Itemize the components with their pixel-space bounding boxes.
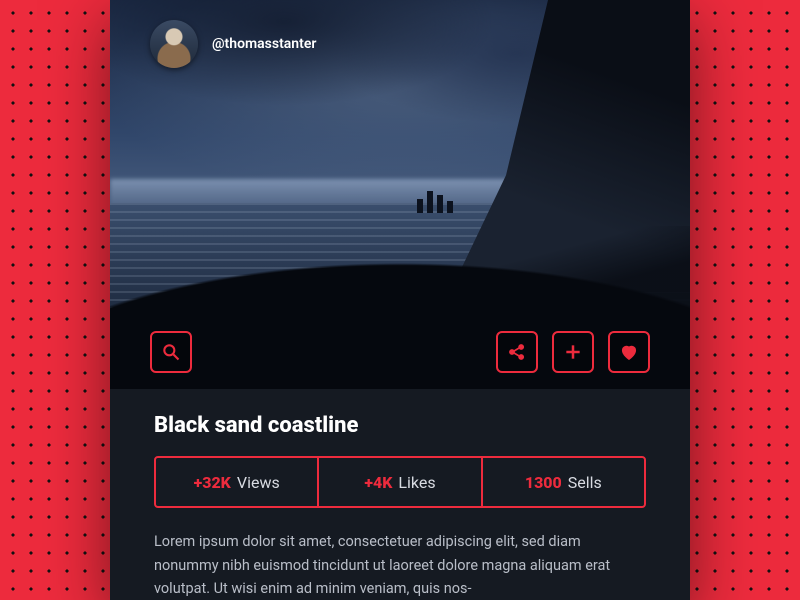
author-badge[interactable]: @thomasstanter: [150, 20, 316, 68]
photo-title: Black sand coastline: [154, 413, 646, 438]
avatar: [150, 20, 198, 68]
likes-label: Likes: [398, 473, 435, 492]
info-panel: Black sand coastline +32K Views +4K Like…: [110, 389, 690, 600]
stat-likes: +4K Likes: [317, 458, 480, 506]
like-button[interactable]: [608, 331, 650, 373]
action-bar: [110, 331, 690, 373]
photo-card: @thomasstanter Black sand coastline: [110, 0, 690, 600]
plus-icon: [563, 342, 583, 362]
views-count: +32K: [194, 473, 231, 492]
stat-sells: 1300 Sells: [481, 458, 644, 506]
page-background: @thomasstanter Black sand coastline: [0, 0, 800, 600]
likes-count: +4K: [364, 473, 392, 492]
sells-label: Sells: [568, 473, 602, 492]
stats-bar: +32K Views +4K Likes 1300 Sells: [154, 456, 646, 508]
author-handle: @thomasstanter: [212, 36, 316, 52]
stat-views: +32K Views: [156, 458, 317, 506]
photo-description: Lorem ipsum dolor sit amet, consectetuer…: [154, 530, 646, 600]
views-label: Views: [237, 473, 280, 492]
share-icon: [507, 342, 527, 362]
sells-count: 1300: [525, 473, 562, 492]
add-button[interactable]: [552, 331, 594, 373]
share-button[interactable]: [496, 331, 538, 373]
hero-image: @thomasstanter: [110, 0, 690, 389]
heart-icon: [619, 342, 639, 362]
zoom-button[interactable]: [150, 331, 192, 373]
search-icon: [161, 342, 181, 362]
